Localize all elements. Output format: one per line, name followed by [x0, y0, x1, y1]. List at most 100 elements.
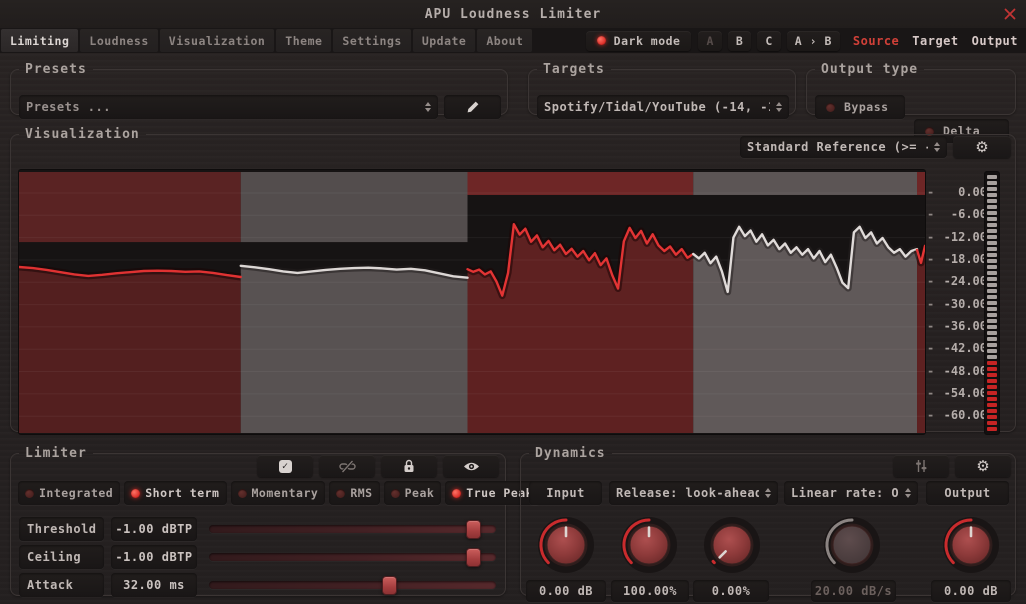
knob-dial: [617, 513, 681, 577]
dynamics-knob-5[interactable]: [939, 513, 1003, 577]
slider-thumb[interactable]: [466, 548, 481, 567]
tab-theme[interactable]: Theme: [276, 29, 331, 52]
tick-dash: -: [927, 207, 941, 221]
knob-value-5[interactable]: 0.00 dB: [931, 580, 1011, 602]
ceiling-slider[interactable]: [209, 545, 496, 569]
meter-segment: [987, 235, 997, 239]
eye-button[interactable]: [443, 455, 499, 477]
meter-segment: [987, 295, 997, 299]
meter-segment: [987, 193, 997, 197]
meter-segment-red: [987, 379, 997, 383]
link-off-button[interactable]: [319, 455, 375, 477]
meter-segment-red: [987, 361, 997, 365]
tick-value: -18.00: [941, 252, 987, 266]
y-tick-label: --30.00: [927, 297, 987, 311]
tick-dash: -: [927, 230, 941, 244]
tab-update[interactable]: Update: [413, 29, 476, 52]
knob-value-3[interactable]: 0.00%: [693, 580, 769, 602]
dynamics-knobs: 0.00 dB 100.00% 0.00% 20.00 dB/s: [521, 461, 1015, 595]
checkbox-checked-button[interactable]: ✓: [257, 455, 313, 477]
slider-thumb[interactable]: [382, 576, 397, 595]
dynamics-knob-3[interactable]: [700, 513, 764, 577]
tick-value: 0.00: [941, 185, 987, 199]
led-indicator: [131, 489, 140, 498]
waveform-plot[interactable]: [19, 170, 925, 434]
mode-toggle-peak[interactable]: Peak: [384, 481, 442, 505]
output-toggle-bypass[interactable]: Bypass: [815, 95, 905, 119]
dynamics-legend: Dynamics: [529, 446, 612, 461]
tab-settings[interactable]: Settings: [333, 29, 410, 52]
view-toggle-output[interactable]: Output: [972, 34, 1018, 48]
slider-thumb[interactable]: [466, 520, 481, 539]
threshold-slider[interactable]: [209, 517, 496, 541]
tick-value: -30.00: [941, 297, 987, 311]
slider-track[interactable]: [209, 581, 496, 589]
param-value[interactable]: -1.00 dBTP: [111, 545, 197, 569]
targets-dropdown[interactable]: Spotify/Tidal/YouTube (-14, -1): [537, 95, 789, 119]
tab-bar: LimitingLoudnessVisualizationThemeSettin…: [0, 28, 1026, 53]
meter-segment: [987, 355, 997, 359]
y-tick-label: --36.00: [927, 319, 987, 333]
output-type-group: Output type Bypass Delta: [806, 62, 1016, 115]
presets-dropdown[interactable]: Presets ...: [19, 95, 438, 119]
lock-button[interactable]: [381, 455, 437, 477]
presets-group: Presets Presets ...: [10, 62, 508, 115]
tick-dash: -: [927, 408, 941, 422]
visualization-settings-button[interactable]: ⚙: [953, 136, 1011, 158]
meter-segment-red: [987, 373, 997, 377]
dark-mode-toggle[interactable]: Dark mode: [586, 31, 692, 51]
dynamics-knob-1[interactable]: [534, 513, 598, 577]
meter-segment: [987, 199, 997, 203]
dropdown-arrows-icon: [934, 142, 940, 152]
targets-legend: Targets: [537, 62, 611, 77]
snapshot-button-C[interactable]: C: [757, 31, 780, 51]
knob-value-2[interactable]: 100.00%: [611, 580, 689, 602]
tune-button[interactable]: [893, 455, 949, 477]
snapshot-button-A›B[interactable]: A › B: [787, 31, 840, 51]
knob-value-4[interactable]: 20.00 dB/s: [811, 580, 896, 602]
targets-dropdown-value: Spotify/Tidal/YouTube (-14, -1): [544, 100, 770, 114]
slider-track[interactable]: [209, 553, 496, 561]
tab-loudness[interactable]: Loudness: [80, 29, 157, 52]
meter-segment: [987, 283, 997, 287]
preset-edit-button[interactable]: [444, 95, 501, 119]
knob-value-1[interactable]: 0.00 dB: [526, 580, 606, 602]
output-type-legend: Output type: [815, 62, 924, 77]
view-toggle-target[interactable]: Target: [912, 34, 958, 48]
eye-icon: [463, 461, 480, 472]
dynamics-knob-2[interactable]: [617, 513, 681, 577]
tick-dash: -: [927, 319, 941, 333]
param-value[interactable]: -1.00 dBTP: [111, 517, 197, 541]
param-value[interactable]: 32.00 ms: [111, 573, 197, 597]
meter-segment: [987, 259, 997, 263]
tick-value: -12.00: [941, 230, 987, 244]
meter-segment: [987, 265, 997, 269]
presets-legend: Presets: [19, 62, 93, 77]
close-icon[interactable]: [1002, 6, 1018, 22]
attack-slider[interactable]: [209, 573, 496, 597]
knob-dial: [700, 513, 764, 577]
knob-dial: [534, 513, 598, 577]
dynamics-header-buttons: ⚙: [893, 455, 1011, 477]
tab-limiting[interactable]: Limiting: [1, 29, 78, 52]
led-indicator: [25, 489, 34, 498]
slider-track[interactable]: [209, 525, 496, 533]
mode-toggle-integrated[interactable]: Integrated: [18, 481, 120, 505]
mode-toggle-rms[interactable]: RMS: [329, 481, 379, 505]
mode-toggle-short-term[interactable]: Short term: [124, 481, 226, 505]
view-toggle-source[interactable]: Source: [853, 34, 899, 48]
mode-toggle-momentary[interactable]: Momentary: [231, 481, 326, 505]
meter-segment: [987, 175, 997, 179]
reference-dropdown[interactable]: Standard Reference (>= -60): [740, 136, 947, 158]
tick-dash: -: [927, 364, 941, 378]
snapshot-button-B[interactable]: B: [728, 31, 751, 51]
tab-visualization[interactable]: Visualization: [160, 29, 275, 52]
gear-button[interactable]: ⚙: [955, 455, 1011, 477]
dynamics-knob-4[interactable]: [820, 513, 884, 577]
snapshot-button-A[interactable]: A: [698, 31, 721, 51]
meter-segment: [987, 277, 997, 281]
tabbar-right-controls: Dark mode ABC A › B Source Target Output: [586, 28, 1018, 53]
view-toggles: Source Target Output: [853, 34, 1018, 48]
y-tick-label: --60.00: [927, 408, 987, 422]
tab-about[interactable]: About: [477, 29, 532, 52]
